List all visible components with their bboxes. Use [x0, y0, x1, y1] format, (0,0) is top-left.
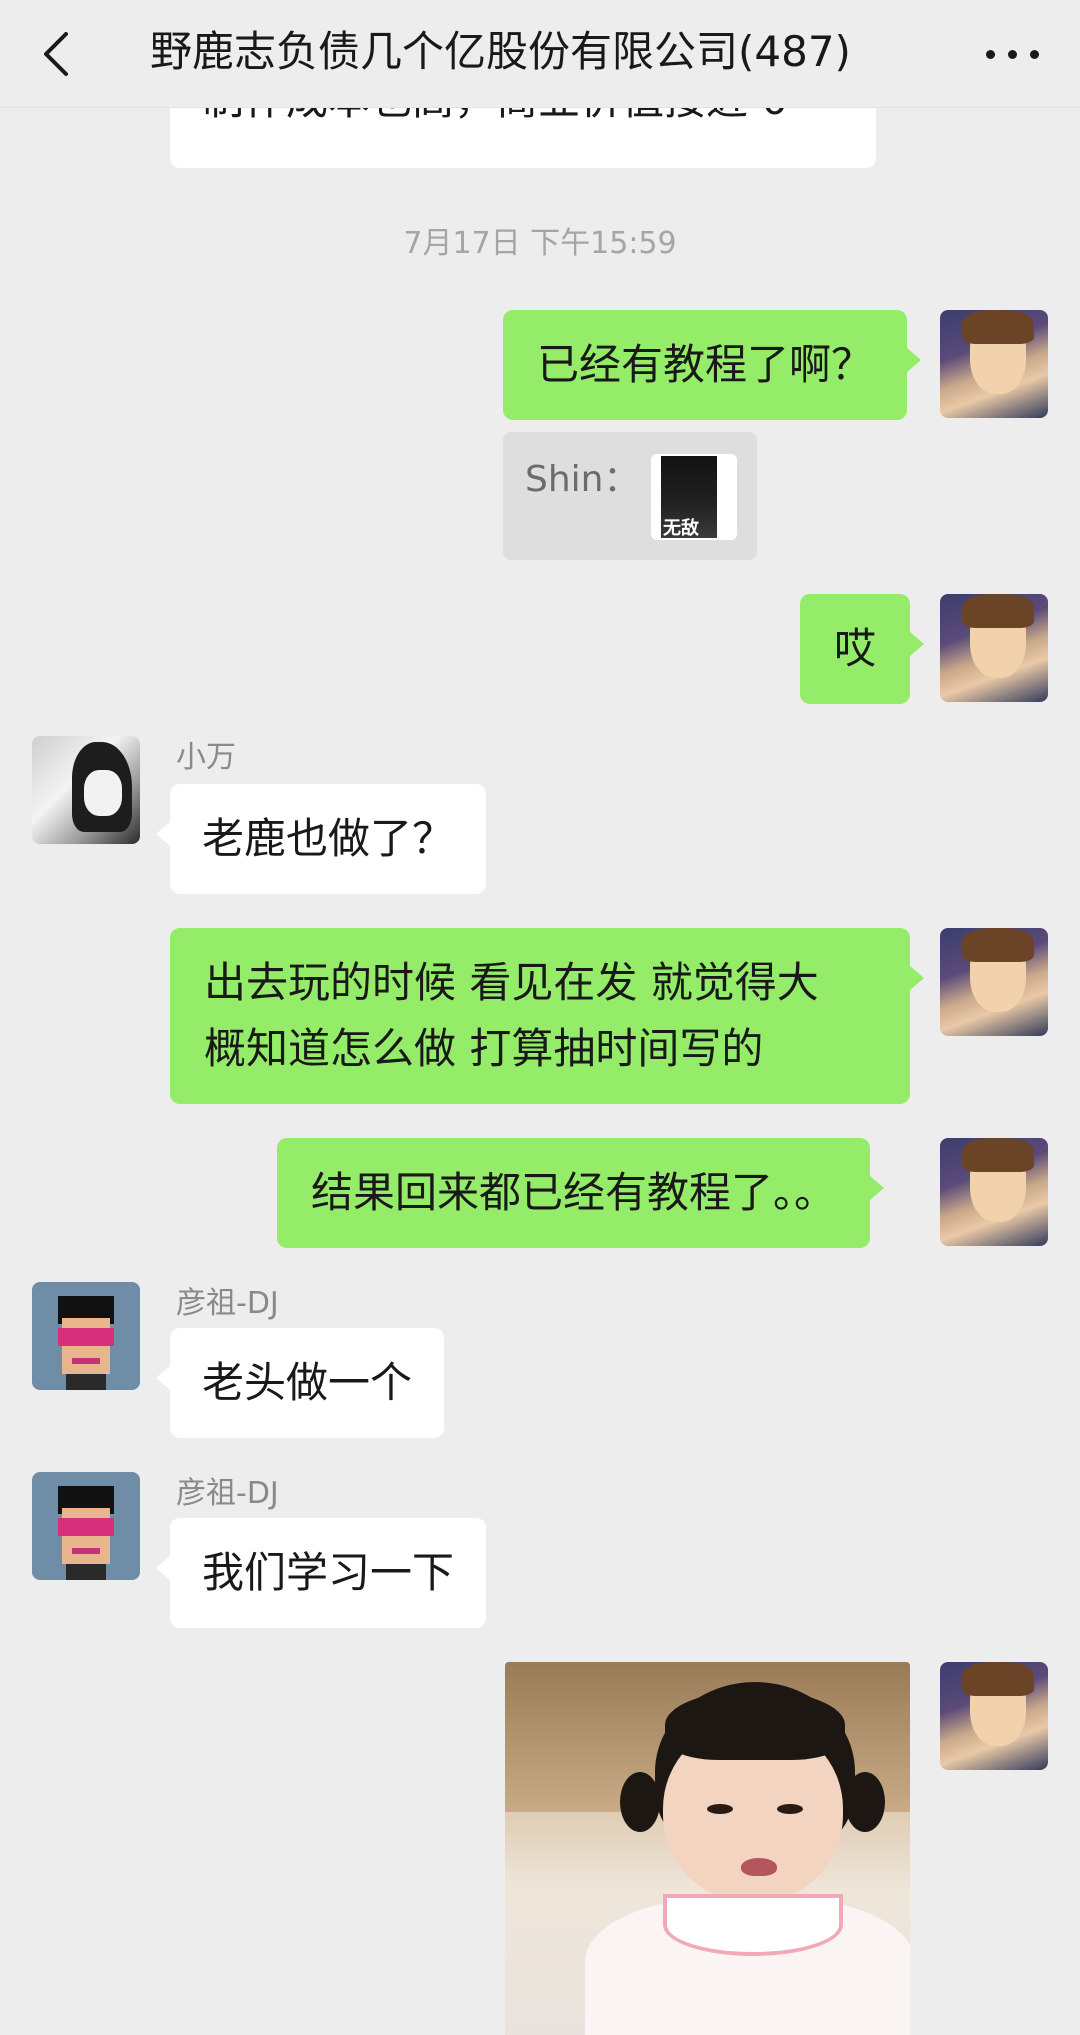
more-dots-icon[interactable] [986, 42, 1042, 66]
message-bubble-sent[interactable]: 出去玩的时候 看见在发 就觉得大 概知道怎么做 打算抽时间写的 [170, 928, 924, 1104]
chat-area: 制作成本也高，商业价值接近 0 7月17日 下午15:59 已经有教程了啊？ S… [0, 0, 1080, 2035]
my-avatar[interactable] [940, 594, 1048, 702]
my-avatar[interactable] [940, 1138, 1048, 1246]
my-avatar[interactable] [940, 1662, 1048, 1770]
quote-sender: Shin： [525, 459, 640, 500]
chat-header: 野鹿志负债几个亿股份有限公司(487) [0, 0, 1080, 108]
sender-avatar-xiaowan[interactable] [32, 736, 140, 844]
message-timestamp: 7月17日 下午15:59 [403, 226, 677, 261]
sender-name: 彦祖-DJ [176, 1476, 279, 1511]
quote-thumbnail[interactable]: 无敌 [651, 454, 737, 540]
message-bubble-received[interactable]: 老头做一个 [155, 1328, 445, 1438]
sender-avatar-yanzu[interactable] [32, 1472, 140, 1580]
chat-title: 野鹿志负债几个亿股份有限公司(487) [150, 27, 851, 76]
my-avatar[interactable] [940, 928, 1048, 1036]
message-bubble-received[interactable]: 我们学习一下 [155, 1518, 487, 1628]
message-bubble-sent[interactable]: 已经有教程了啊？ [503, 310, 922, 420]
quoted-message[interactable]: Shin： 无敌 [503, 432, 757, 560]
message-bubble-sent[interactable]: 结果回来都已经有教程了。。 [277, 1138, 885, 1248]
message-text: 老鹿也做了？ [202, 814, 455, 863]
sender-name: 小万 [176, 740, 236, 775]
message-text: 老头做一个 [202, 1358, 413, 1407]
message-text-line: 出去玩的时候 看见在发 就觉得大 [204, 958, 819, 1007]
message-text: 我们学习一下 [202, 1548, 455, 1597]
sender-avatar-yanzu[interactable] [32, 1282, 140, 1390]
sticker-image[interactable] [505, 1662, 910, 2035]
message-text: 哎 [834, 624, 877, 673]
thumbnail-tag: 无敌 [663, 518, 699, 539]
my-avatar[interactable] [940, 310, 1048, 418]
chevron-left-icon[interactable] [38, 30, 78, 78]
sender-name: 彦祖-DJ [176, 1286, 279, 1321]
message-text: 结果回来都已经有教程了。。 [311, 1168, 837, 1217]
message-text: 已经有教程了啊？ [537, 340, 874, 389]
message-bubble-sent[interactable]: 哎 [800, 594, 925, 704]
message-text-line: 概知道怎么做 打算抽时间写的 [204, 1024, 764, 1073]
message-bubble-received[interactable]: 老鹿也做了？ [155, 784, 487, 894]
